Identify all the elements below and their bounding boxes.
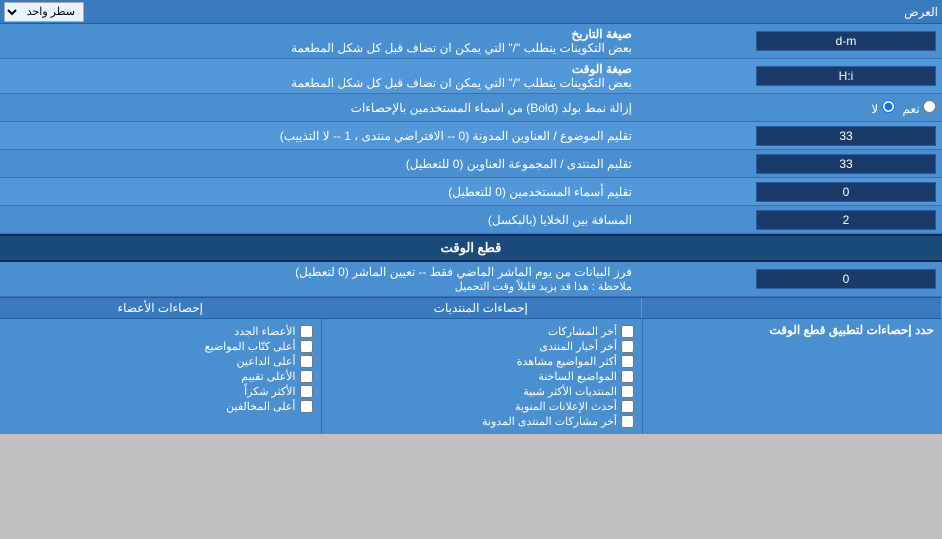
topic-order-row: تقليم الموضوع / العناوين المدونة (0 -- ا… [0, 122, 942, 150]
time-format-input-container [642, 63, 942, 89]
forum-order-row: تقليم المنتدى / المجموعة العناوين (0 للت… [0, 150, 942, 178]
stat-label-col1-2: أكثر المواضيع مشاهدة [517, 355, 617, 368]
stats-col1-header: إحصاءات المنتديات [321, 298, 643, 318]
stat-label-col2-1: أعلى كتّاب المواضيع [205, 340, 296, 353]
stat-checkbox-col1-1[interactable] [621, 340, 634, 353]
cutoff-section-header: قطع الوقت [0, 234, 942, 262]
stat-label-col1-1: أخر أخبار المنتدى [539, 340, 617, 353]
stat-label-col2-4: الأكثر شكراً [244, 385, 295, 398]
stat-label-col2-0: الأعضاء الجدد [234, 325, 295, 338]
main-container: العرض سطر واحد سطران ثلاثة أسطر صيغة الت… [0, 0, 942, 434]
stat-checkbox-col1-2[interactable] [621, 355, 634, 368]
stat-item-col1-6: أخر مشاركات المنتدى المدونة [330, 415, 635, 428]
stat-checkbox-col1-3[interactable] [621, 370, 634, 383]
stat-label-col2-3: الأعلى تقييم [241, 370, 295, 383]
cutoff-input[interactable] [756, 269, 936, 289]
stat-label-col1-0: أخر المشاركات [548, 325, 617, 338]
cutoff-row: فرز البيانات من يوم الماشر الماضي فقط --… [0, 262, 942, 297]
stat-item-col2-4: الأكثر شكراً [8, 385, 313, 398]
stat-checkbox-col2-4[interactable] [300, 385, 313, 398]
users-trim-input[interactable] [756, 182, 936, 202]
date-format-input-container [642, 28, 942, 54]
cell-spacing-label: المسافة بين الخلايا (بالبكسل) [0, 210, 642, 230]
stat-checkbox-col1-5[interactable] [621, 400, 634, 413]
stat-label-col1-6: أخر مشاركات المنتدى المدونة [482, 415, 617, 428]
stat-item-col2-0: الأعضاء الجدد [8, 325, 313, 338]
header-row: العرض سطر واحد سطران ثلاثة أسطر [0, 0, 942, 24]
stats-col1-body: أخر المشاركات أخر أخبار المنتدى أكثر الم… [321, 319, 643, 434]
stat-checkbox-col2-5[interactable] [300, 400, 313, 413]
stats-col2-header: إحصاءات الأعضاء [0, 298, 321, 318]
time-format-desc: صيغة الوقت بعض التكوينات يتطلب "/" التي … [0, 59, 642, 93]
bold-remove-row: نعم لا إزالة نمط بولد (Bold) من اسماء ال… [0, 94, 942, 122]
stat-label-col1-5: أحدث الإعلانات المنوية [515, 400, 617, 413]
stat-item-col1-0: أخر المشاركات [330, 325, 635, 338]
stat-label-col1-3: المواضيع الساخنة [538, 370, 617, 383]
bold-yes-radio[interactable] [923, 100, 936, 113]
bold-remove-label: إزالة نمط بولد (Bold) من اسماء المستخدمي… [0, 98, 642, 118]
forum-order-input-container [642, 151, 942, 177]
cutoff-label: فرز البيانات من يوم الماشر الماضي فقط --… [0, 262, 642, 296]
cell-spacing-row: المسافة بين الخلايا (بالبكسل) [0, 206, 942, 234]
stat-item-col2-1: أعلى كتّاب المواضيع [8, 340, 313, 353]
stats-right-header [642, 298, 942, 318]
stats-body: حدد إحصاءات لتطبيق قطع الوقت أخر المشارك… [0, 319, 942, 434]
date-format-input[interactable] [756, 31, 936, 51]
topic-order-input[interactable] [756, 126, 936, 146]
topic-order-label: تقليم الموضوع / العناوين المدونة (0 -- ا… [0, 126, 642, 146]
view-select[interactable]: سطر واحد سطران ثلاثة أسطر [4, 2, 84, 22]
bold-remove-radio-container: نعم لا [642, 97, 942, 119]
users-trim-input-container [642, 179, 942, 205]
stat-label-col2-2: أعلى الداعين [237, 355, 296, 368]
stat-item-col1-1: أخر أخبار المنتدى [330, 340, 635, 353]
date-format-row: صيغة التاريخ بعض التكوينات يتطلب "/" الت… [0, 24, 942, 59]
stat-item-col1-2: أكثر المواضيع مشاهدة [330, 355, 635, 368]
bold-radio-group: نعم لا [871, 100, 936, 116]
users-trim-label: تقليم أسماء المستخدمين (0 للتعطيل) [0, 182, 642, 202]
stat-checkbox-col1-4[interactable] [621, 385, 634, 398]
topic-order-input-container [642, 123, 942, 149]
stat-item-col2-3: الأعلى تقييم [8, 370, 313, 383]
time-format-row: صيغة الوقت بعض التكوينات يتطلب "/" التي … [0, 59, 942, 94]
stats-right-col: حدد إحصاءات لتطبيق قطع الوقت [642, 319, 942, 434]
time-format-input[interactable] [756, 66, 936, 86]
bold-yes-label[interactable]: نعم [903, 100, 936, 116]
right-header-label: العرض [90, 5, 938, 19]
bold-no-radio[interactable] [882, 100, 895, 113]
stats-col2-body: الأعضاء الجدد أعلى كتّاب المواضيع أعلى ا… [0, 319, 321, 434]
cell-spacing-input[interactable] [756, 210, 936, 230]
stat-checkbox-col2-0[interactable] [300, 325, 313, 338]
stat-checkbox-col2-3[interactable] [300, 370, 313, 383]
stats-apply-label: حدد إحصاءات لتطبيق قطع الوقت [651, 323, 934, 337]
stat-checkbox-col2-1[interactable] [300, 340, 313, 353]
stat-label-col1-4: المنتديات الأكثر شبية [523, 385, 617, 398]
date-format-desc: صيغة التاريخ بعض التكوينات يتطلب "/" الت… [0, 24, 642, 58]
cell-spacing-input-container [642, 207, 942, 233]
stat-checkbox-col2-2[interactable] [300, 355, 313, 368]
bold-no-label[interactable]: لا [871, 100, 894, 116]
forum-order-label: تقليم المنتدى / المجموعة العناوين (0 للت… [0, 154, 642, 174]
stat-checkbox-col1-6[interactable] [621, 415, 634, 428]
stat-item-col1-3: المواضيع الساخنة [330, 370, 635, 383]
cutoff-input-container [642, 266, 942, 292]
stat-item-col1-4: المنتديات الأكثر شبية [330, 385, 635, 398]
forum-order-input[interactable] [756, 154, 936, 174]
stats-section-header-row: إحصاءات المنتديات إحصاءات الأعضاء [0, 297, 942, 319]
users-trim-row: تقليم أسماء المستخدمين (0 للتعطيل) [0, 178, 942, 206]
stat-checkbox-col1-0[interactable] [621, 325, 634, 338]
stat-item-col2-5: أعلى المخالفين [8, 400, 313, 413]
stat-item-col1-5: أحدث الإعلانات المنوية [330, 400, 635, 413]
stat-label-col2-5: أعلى المخالفين [226, 400, 295, 413]
stat-item-col2-2: أعلى الداعين [8, 355, 313, 368]
